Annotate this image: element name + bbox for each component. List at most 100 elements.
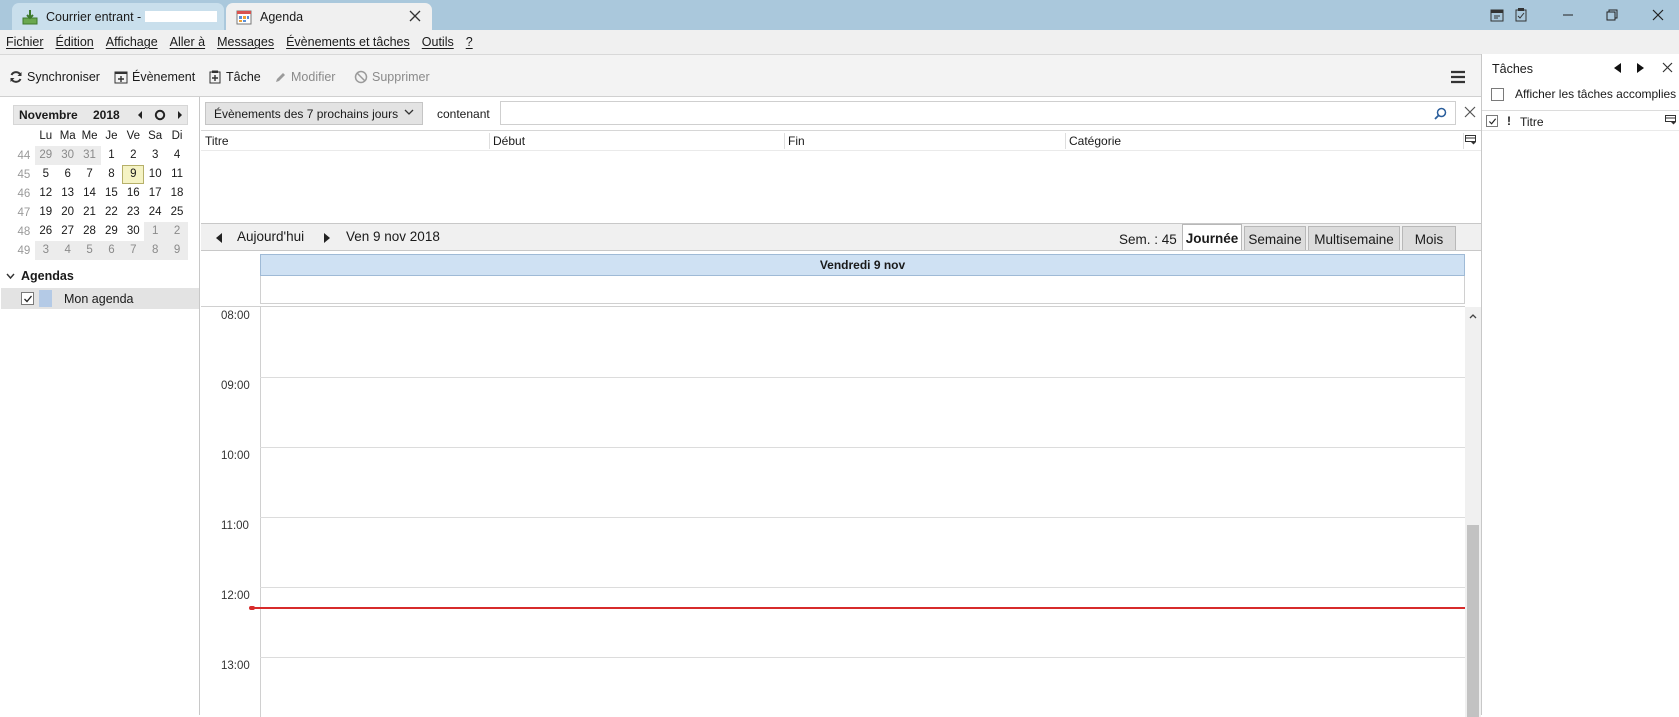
minical-day[interactable]: 29 (101, 222, 123, 241)
edit-button[interactable]: Modifier (274, 68, 335, 86)
minical-day[interactable]: 13 (57, 184, 79, 203)
column-separator[interactable] (784, 133, 785, 149)
tasks-next-icon[interactable] (1636, 62, 1646, 74)
column-category[interactable]: Catégorie (1069, 134, 1121, 148)
close-pane-icon[interactable] (1662, 62, 1673, 73)
minical-day[interactable]: 17 (144, 184, 166, 203)
minical-day[interactable]: 31 (78, 146, 101, 165)
minical-day[interactable]: 30 (122, 222, 144, 241)
today-button[interactable]: Aujourd'hui (237, 229, 304, 244)
minical-day[interactable]: 6 (100, 241, 123, 260)
vertical-scrollbar[interactable] (1465, 307, 1481, 717)
tab-agenda[interactable]: Agenda (226, 3, 432, 30)
menu-edition[interactable]: Édition (56, 35, 94, 49)
minical-day[interactable]: 3 (144, 146, 166, 165)
minical-prev-icon[interactable] (133, 108, 147, 122)
minical-day[interactable]: 4 (56, 241, 79, 260)
agenda-list-item[interactable]: Mon agenda (1, 288, 199, 309)
view-tab-month[interactable]: Mois (1402, 226, 1456, 251)
minical-month[interactable]: Novembre (19, 108, 93, 122)
previous-day-icon[interactable] (215, 233, 223, 243)
calendar-mode-icon[interactable] (1488, 6, 1506, 24)
minical-day[interactable]: 9 (166, 241, 188, 260)
new-event-button[interactable]: Évènement (114, 68, 195, 86)
minimize-window-icon[interactable] (1559, 6, 1577, 24)
event-search-input[interactable] (500, 101, 1456, 125)
minical-day[interactable]: 25 (166, 203, 188, 222)
scroll-up-icon[interactable] (1469, 313, 1477, 319)
minical-day[interactable]: 12 (35, 184, 57, 203)
close-window-icon[interactable] (1649, 6, 1667, 24)
minical-day[interactable]: 11 (166, 165, 188, 184)
minical-day[interactable]: 27 (57, 222, 79, 241)
menu-aller-a[interactable]: Aller à (170, 35, 205, 49)
show-completed-tasks-toggle[interactable]: Afficher les tâches accomplies (1491, 87, 1676, 101)
menu-fichier[interactable]: Fichier (6, 35, 44, 49)
next-day-icon[interactable] (323, 233, 331, 243)
minical-day[interactable]: 3 (34, 241, 57, 260)
minical-day[interactable]: 28 (79, 222, 101, 241)
minical-day[interactable]: 26 (35, 222, 57, 241)
minical-day[interactable]: 23 (122, 203, 144, 222)
view-tab-day[interactable]: Journée (1182, 224, 1242, 251)
minical-day[interactable]: 16 (122, 184, 144, 203)
event-filter-select[interactable]: Évènements des 7 prochains jours (205, 102, 423, 125)
task-mode-icon[interactable] (1512, 6, 1530, 24)
minical-day[interactable]: 30 (56, 146, 79, 165)
minical-day[interactable]: 19 (35, 203, 57, 222)
column-picker-icon[interactable] (1465, 135, 1476, 145)
show-completed-checkbox[interactable] (1491, 87, 1504, 101)
agenda-checkbox[interactable] (21, 292, 34, 305)
scrollbar-thumb[interactable] (1467, 525, 1479, 717)
menu-help[interactable]: ? (466, 35, 473, 49)
minical-day[interactable]: 2 (166, 222, 188, 241)
minical-day[interactable]: 2 (122, 146, 144, 165)
minical-day[interactable]: 8 (101, 165, 123, 184)
view-tab-multiweek[interactable]: Multisemaine (1308, 226, 1400, 251)
column-separator[interactable] (1065, 133, 1066, 149)
sync-button[interactable]: Synchroniser (9, 68, 100, 86)
title-column[interactable]: Titre (1520, 115, 1544, 129)
tab-inbox[interactable]: Courrier entrant - (12, 3, 224, 30)
minical-year[interactable]: 2018 (93, 108, 133, 122)
minical-day[interactable]: 8 (144, 241, 167, 260)
minical-day[interactable]: 24 (144, 203, 166, 222)
minical-day[interactable]: 1 (101, 146, 123, 165)
all-day-events-row[interactable] (260, 276, 1465, 304)
minical-day[interactable]: 22 (101, 203, 123, 222)
column-picker-icon[interactable] (1665, 115, 1676, 125)
minical-day[interactable]: 20 (57, 203, 79, 222)
menu-evenements-taches[interactable]: Évènements et tâches (286, 35, 410, 49)
minical-day[interactable]: 7 (79, 165, 101, 184)
minical-day[interactable]: 7 (122, 241, 145, 260)
day-column-header[interactable]: Vendredi 9 nov (260, 254, 1465, 276)
minical-day-today[interactable]: 9 (122, 165, 145, 184)
delete-button[interactable]: Supprimer (354, 68, 430, 86)
column-title[interactable]: Titre (205, 134, 229, 148)
minical-today-icon[interactable] (153, 108, 167, 122)
minical-day[interactable]: 14 (79, 184, 101, 203)
hour-grid[interactable]: 08:00 09:00 10:00 11:00 12:00 13:00 (201, 306, 1481, 717)
minical-day[interactable]: 6 (57, 165, 79, 184)
restore-window-icon[interactable] (1603, 6, 1621, 24)
tasks-previous-icon[interactable] (1612, 62, 1622, 74)
completed-column-checkbox[interactable] (1486, 115, 1498, 127)
column-end[interactable]: Fin (788, 134, 805, 148)
minical-day[interactable]: 5 (78, 241, 101, 260)
minical-day[interactable]: 10 (144, 165, 166, 184)
minical-day[interactable]: 21 (79, 203, 101, 222)
menu-outils[interactable]: Outils (422, 35, 454, 49)
minical-next-icon[interactable] (173, 108, 187, 122)
priority-column[interactable]: ! (1507, 114, 1511, 128)
app-menu-icon[interactable] (1449, 68, 1467, 86)
menu-messages[interactable]: Messages (217, 35, 274, 49)
minical-day[interactable]: 29 (34, 146, 57, 165)
search-icon[interactable] (1434, 107, 1447, 120)
view-tab-week[interactable]: Semaine (1244, 226, 1306, 251)
minical-day[interactable]: 18 (166, 184, 188, 203)
agendas-section-toggle[interactable]: Agendas (6, 269, 74, 283)
column-separator[interactable] (1463, 133, 1464, 149)
close-tab-icon[interactable] (408, 9, 422, 23)
minical-day[interactable]: 1 (144, 222, 167, 241)
column-separator[interactable] (489, 133, 490, 149)
